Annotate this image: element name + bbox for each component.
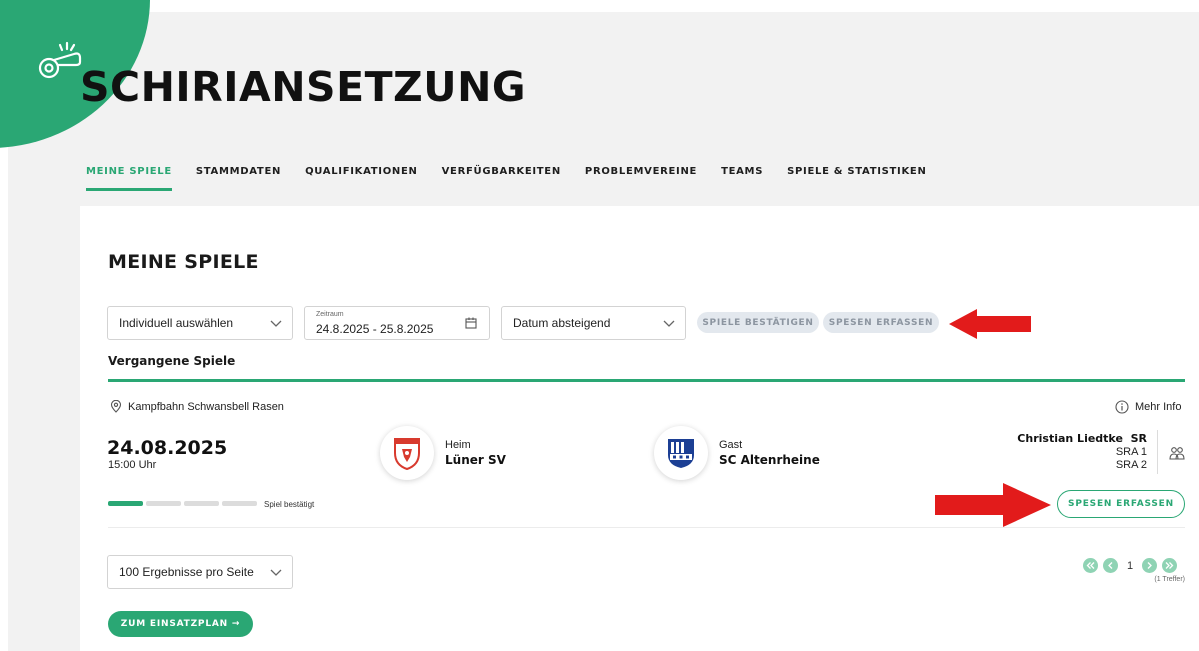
referee-role-sra2: SRA 2 [1115, 459, 1147, 471]
content-panel: MEINE SPIELE Individuell auswählen Zeitr… [80, 206, 1199, 651]
next-page-button[interactable] [1142, 558, 1158, 573]
main-navigation: MEINE SPIELE STAMMDATEN QUALIFIKATIONEN … [86, 166, 927, 191]
double-chevron-right-icon [1165, 562, 1174, 569]
status-label: Spiel bestätigt [264, 500, 315, 509]
away-team-name: SC Altenrheine [719, 453, 820, 467]
red-arrow-right-icon [935, 483, 1051, 527]
date-range-label: Zeitraum [316, 311, 344, 318]
info-icon [1115, 400, 1129, 414]
referee-role-sra1: SRA 1 [1115, 446, 1147, 458]
sort-value: Datum absteigend [513, 316, 611, 330]
match-date: 24.08.2025 [107, 437, 228, 459]
home-team-logo [380, 426, 434, 480]
calendar-icon[interactable] [465, 317, 477, 329]
record-expenses-button[interactable]: SPESEN ERFASSEN [823, 312, 939, 333]
chevron-down-icon [270, 569, 282, 576]
nav-verfuegbarkeiten[interactable]: VERFÜGBARKEITEN [442, 166, 561, 191]
date-range-value: 24.8.2025 - 25.8.2025 [316, 322, 434, 336]
progress-step [108, 501, 143, 506]
home-role: Heim [445, 439, 471, 451]
red-arrow-left-icon [949, 309, 1031, 339]
nav-qualifikationen[interactable]: QUALIFIKATIONEN [305, 166, 418, 191]
nav-spiele-statistiken[interactable]: SPIELE & STATISTIKEN [787, 166, 926, 191]
away-role: Gast [719, 439, 743, 451]
home-team-name: Lüner SV [445, 453, 506, 467]
top-strip [0, 0, 1199, 12]
away-team-logo [654, 426, 708, 480]
referee-role-sr: SR [1130, 432, 1147, 445]
sort-dropdown[interactable]: Datum absteigend [501, 306, 686, 340]
page-title: MEINE SPIELE [108, 251, 259, 273]
nav-teams[interactable]: TEAMS [721, 166, 763, 191]
away-crest-icon [668, 439, 694, 468]
location-pin-icon [110, 400, 122, 413]
chevron-down-icon [270, 320, 282, 327]
chevron-left-icon [1108, 562, 1113, 569]
last-page-button[interactable] [1162, 558, 1178, 573]
nav-problemvereine[interactable]: PROBLEMVEREINE [585, 166, 697, 191]
chevron-down-icon [663, 320, 675, 327]
selection-dropdown[interactable]: Individuell auswählen [107, 306, 293, 340]
page-size-value: 100 Ergebnisse pro Seite [119, 565, 254, 579]
first-page-button[interactable] [1083, 558, 1098, 573]
referee-divider [1157, 430, 1158, 474]
more-info-label: Mehr Info [1135, 401, 1182, 413]
current-page[interactable]: 1 [1127, 560, 1133, 572]
double-chevron-left-icon [1086, 562, 1095, 569]
nav-stammdaten[interactable]: STAMMDATEN [196, 166, 281, 191]
match-time: 15:00 Uhr [108, 459, 157, 471]
selection-value: Individuell auswählen [119, 316, 234, 330]
page-size-dropdown[interactable]: 100 Ergebnisse pro Seite [107, 555, 293, 589]
progress-step [222, 501, 257, 506]
progress-step [184, 501, 219, 506]
venue: Kampfbahn Schwansbell Rasen [110, 400, 284, 413]
team-icon[interactable] [1169, 446, 1185, 460]
referee-name: Christian Liedtke [1017, 432, 1123, 445]
venue-name: Kampfbahn Schwansbell Rasen [128, 400, 284, 413]
chevron-right-icon [1147, 562, 1153, 569]
confirm-games-button[interactable]: SPIELE BESTÄTIGEN [697, 312, 819, 333]
date-range-field[interactable]: Zeitraum 24.8.2025 - 25.8.2025 [304, 306, 490, 340]
pagination: 1 [1083, 558, 1178, 573]
app-title: SCHIRIANSETZUNG [80, 63, 527, 111]
section-divider [108, 379, 1185, 382]
referee-entry: Christian Liedtke SR [1017, 432, 1147, 445]
hits-count: (1 Treffer) [1154, 576, 1185, 583]
more-info-link[interactable]: Mehr Info [1115, 400, 1181, 414]
past-games-label: Vergangene Spiele [108, 354, 236, 368]
schedule-button[interactable]: ZUM EINSATZPLAN → [108, 611, 253, 637]
record-expenses-match-button[interactable]: SPESEN ERFASSEN [1057, 490, 1185, 518]
whistle-icon [38, 41, 82, 79]
nav-meine-spiele[interactable]: MEINE SPIELE [86, 166, 172, 191]
row-divider [108, 527, 1185, 528]
previous-page-button[interactable] [1103, 558, 1118, 573]
progress-step [146, 501, 181, 506]
home-crest-icon [394, 438, 420, 471]
